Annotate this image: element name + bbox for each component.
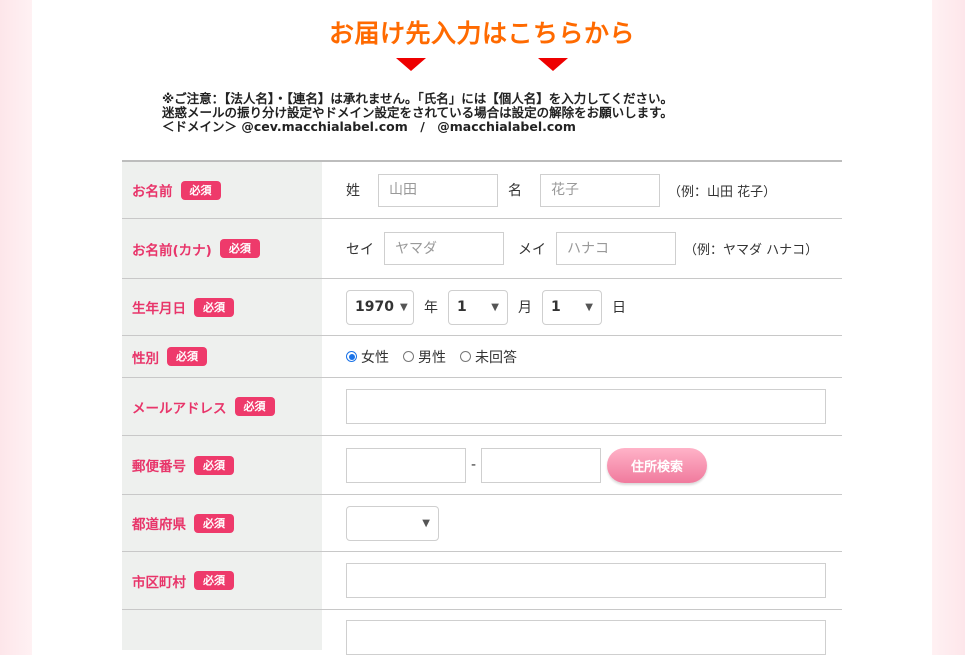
- gender-label: 性別: [132, 350, 159, 367]
- city-label: 市区町村: [132, 574, 186, 591]
- gender-option-male[interactable]: 男性: [403, 347, 446, 367]
- prefecture-fields: ▼: [322, 495, 842, 551]
- delivery-form: お名前 必須 姓 名 （例：山田 花子） お名前(カナ) 必須 セイ メイ: [122, 160, 842, 655]
- address-search-button[interactable]: 住所検索: [607, 447, 708, 483]
- city-fields: [322, 552, 842, 609]
- zip-label: 郵便番号: [132, 459, 186, 475]
- zip-first-input[interactable]: [346, 447, 466, 483]
- required-badge: 必須: [194, 455, 234, 475]
- field-label: お名前 必須: [122, 162, 322, 218]
- required-badge: 必須: [167, 347, 207, 366]
- gender-option-female[interactable]: 女性: [346, 347, 389, 367]
- first-name-input[interactable]: [540, 173, 660, 207]
- notice-line: ※ご注意：【法人名】・【連名】は承れません。「氏名」には【個人名】を入力してくだ…: [162, 91, 674, 106]
- last-name-label: 姓: [346, 183, 360, 199]
- chevron-down-icon: ▼: [399, 301, 408, 313]
- day-unit: 日: [612, 300, 626, 316]
- required-badge: 必須: [219, 239, 260, 258]
- form-row-prefecture: 都道府県 必須 ▼: [122, 495, 842, 552]
- month-unit: 月: [518, 300, 532, 316]
- page-container: お届け先入力はこちらから ※ご注意：【法人名】・【連名】は承れません。「氏名」に…: [32, 0, 932, 655]
- birth-day-value: 1: [551, 299, 561, 315]
- first-kana-input[interactable]: [556, 232, 676, 265]
- birth-year-value: 1970: [355, 299, 394, 315]
- chevron-down-icon: ▼: [491, 301, 499, 313]
- kana-example: （例：ヤマダ ハナコ）: [684, 243, 819, 258]
- email-fields: [322, 378, 842, 435]
- name-label: お名前: [132, 184, 173, 200]
- city-input[interactable]: [346, 563, 826, 598]
- last-kana-label: セイ: [346, 241, 374, 258]
- radio-icon[interactable]: [403, 351, 414, 362]
- chevron-down-icon: ▼: [585, 301, 593, 313]
- form-row-city: 市区町村 必須: [122, 552, 842, 610]
- down-arrow-icon: [396, 58, 426, 71]
- birthday-fields: 1970 ▼ 年 1 ▼ 月 1 ▼ 日: [322, 279, 842, 335]
- zip-second-input[interactable]: [481, 447, 602, 483]
- notice-line: ＜ドメイン＞ @cev.macchialabel.com / @macchial…: [162, 119, 576, 134]
- form-row-name: お名前 必須 姓 名 （例：山田 花子）: [122, 162, 842, 219]
- next-fields: [322, 610, 842, 655]
- field-label: メールアドレス 必須: [122, 378, 322, 435]
- field-label: 性別 必須: [122, 336, 322, 377]
- field-label: 都道府県 必須: [122, 495, 322, 551]
- last-name-input[interactable]: [378, 173, 498, 207]
- gender-option-label: 男性: [418, 349, 446, 366]
- form-row-next: [122, 610, 842, 655]
- field-label: 生年月日 必須: [122, 279, 322, 335]
- radio-icon[interactable]: [460, 351, 471, 362]
- field-label: [122, 610, 322, 650]
- notice-text: ※ご注意：【法人名】・【連名】は承れません。「氏名」には【個人名】を入力してくだ…: [162, 92, 842, 134]
- field-label: 市区町村 必須: [122, 552, 322, 609]
- form-row-birthday: 生年月日 必須 1970 ▼ 年 1 ▼ 月 1 ▼ 日: [122, 279, 842, 336]
- kana-fields: セイ メイ （例：ヤマダ ハナコ）: [322, 219, 842, 278]
- birth-month-select[interactable]: 1 ▼: [448, 289, 508, 325]
- prefecture-label: 都道府県: [132, 517, 186, 533]
- form-row-zip: 郵便番号 必須 - 住所検索: [122, 436, 842, 495]
- email-input[interactable]: [346, 389, 826, 424]
- last-kana-input[interactable]: [384, 232, 504, 265]
- prefecture-select[interactable]: ▼: [346, 505, 439, 541]
- form-row-email: メールアドレス 必須: [122, 378, 842, 436]
- page-title: お届け先入力はこちらから: [328, 19, 635, 48]
- required-badge: 必須: [194, 297, 234, 317]
- gender-option-label: 女性: [361, 349, 389, 366]
- next-input[interactable]: [346, 620, 826, 655]
- birth-day-select[interactable]: 1 ▼: [542, 289, 602, 325]
- kana-label: お名前(カナ): [132, 242, 212, 259]
- birth-year-select[interactable]: 1970 ▼: [346, 289, 414, 325]
- down-arrow-icon: [538, 58, 568, 71]
- gender-option-unanswered[interactable]: 未回答: [460, 347, 517, 367]
- name-fields: 姓 名 （例：山田 花子）: [322, 162, 842, 218]
- required-badge: 必須: [234, 397, 275, 416]
- gender-fields: 女性 男性 未回答: [322, 336, 842, 377]
- required-badge: 必須: [194, 513, 234, 533]
- first-kana-label: メイ: [518, 241, 546, 258]
- required-badge: 必須: [194, 571, 234, 590]
- first-name-label: 名: [508, 183, 522, 199]
- gender-option-label: 未回答: [475, 349, 517, 366]
- form-row-gender: 性別 必須 女性 男性 未回答: [122, 336, 842, 378]
- chevron-down-icon: ▼: [422, 517, 430, 529]
- zip-separator: -: [471, 457, 477, 473]
- zip-fields: - 住所検索: [322, 436, 842, 494]
- field-label: お名前(カナ) 必須: [122, 219, 322, 278]
- radio-selected-icon[interactable]: [346, 351, 357, 362]
- notice-line: 迷惑メールの振り分け設定やドメイン設定をされている場合は設定の解除をお願いします…: [162, 105, 673, 120]
- birthday-label: 生年月日: [132, 301, 186, 317]
- year-unit: 年: [424, 300, 438, 316]
- form-row-kana: お名前(カナ) 必須 セイ メイ （例：ヤマダ ハナコ）: [122, 219, 842, 279]
- email-label: メールアドレス: [132, 400, 227, 417]
- birth-month-value: 1: [457, 299, 467, 315]
- required-badge: 必須: [180, 180, 221, 200]
- field-label: 郵便番号 必須: [122, 436, 322, 494]
- name-example: （例：山田 花子）: [668, 184, 777, 200]
